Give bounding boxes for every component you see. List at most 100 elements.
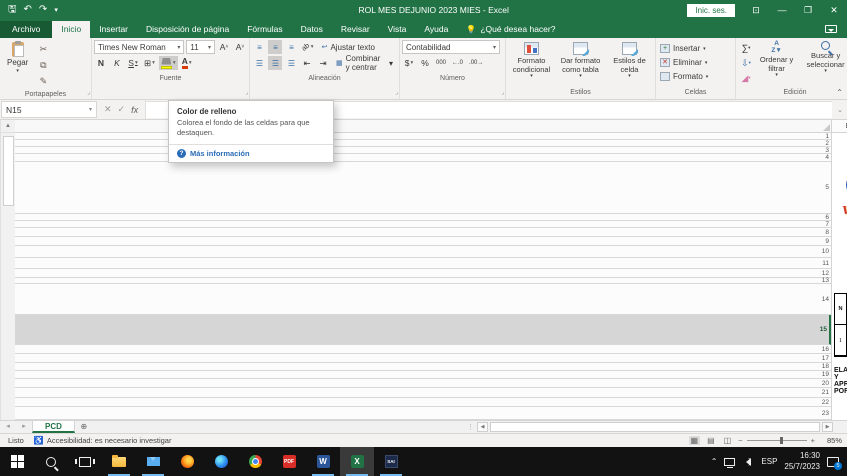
row-header-22[interactable]: 22 — [15, 398, 831, 407]
tell-me-box[interactable]: 💡 ¿Qué desea hacer? — [457, 21, 564, 38]
network-icon[interactable] — [724, 458, 735, 466]
page-layout-view-icon[interactable]: ▤ — [705, 436, 717, 445]
align-middle-icon[interactable]: ≡ — [268, 40, 282, 54]
number-format-combo[interactable]: Contabilidad▾ — [402, 40, 500, 54]
save-icon[interactable]: 🖫 — [8, 5, 17, 15]
tab-archivo[interactable]: Archivo — [0, 21, 52, 38]
scroll-up-icon[interactable]: ▲ — [1, 120, 15, 133]
fill-icon[interactable]: ⇩▾ — [738, 56, 754, 70]
accessibility-status[interactable]: ♿ Accesibilidad: es necesario investigar — [34, 436, 172, 445]
font-name-combo[interactable]: Times New Roman▾ — [94, 40, 184, 54]
new-sheet-icon[interactable]: ⊕ — [75, 421, 93, 433]
row-header-20[interactable]: 20 — [15, 379, 831, 388]
redo-icon[interactable]: ↷ — [39, 5, 47, 15]
start-button[interactable] — [0, 447, 34, 476]
tab-vista[interactable]: Vista — [379, 21, 416, 38]
excel-icon[interactable]: X — [340, 447, 374, 476]
next-sheet-icon[interactable]: ▸ — [16, 421, 32, 433]
row-header-15[interactable]: 15 — [15, 315, 831, 345]
zoom-in-icon[interactable]: + — [811, 436, 815, 445]
cell-styles-button[interactable]: Estilos de celda▾ — [606, 40, 653, 82]
sai-app-icon[interactable]: SAI — [374, 447, 408, 476]
chrome-icon[interactable] — [238, 447, 272, 476]
conditional-formatting-button[interactable]: Formato condicional▾ — [508, 40, 555, 82]
tab-ayuda[interactable]: Ayuda — [415, 21, 457, 38]
decrease-decimal-icon[interactable]: .00→ — [467, 56, 485, 70]
row-header-21[interactable]: 21 — [15, 388, 831, 398]
insert-function-icon[interactable]: fx — [131, 105, 138, 115]
row-header-23[interactable]: 23 — [15, 407, 831, 420]
tab-formulas[interactable]: Fórmulas — [238, 21, 291, 38]
row-header-6[interactable]: 6 — [15, 214, 831, 221]
delete-cells-button[interactable]: ✕Eliminar▾ — [658, 56, 709, 69]
tab-datos[interactable]: Datos — [292, 21, 332, 38]
grid-area[interactable]: Valle Hermoso GOBIERNO AUTONOMO DESCENTR… — [832, 133, 847, 420]
row-header-12[interactable]: 12 — [15, 269, 831, 278]
increase-decimal-icon[interactable]: ←.0 — [450, 56, 465, 70]
merge-center-button[interactable]: ▦Combinar y centrar▾ — [332, 56, 397, 70]
wrap-text-button[interactable]: ↩Ajustar texto — [318, 40, 379, 54]
clipboard-dialog-launcher[interactable]: ⌟ — [87, 89, 90, 96]
horizontal-scrollbar[interactable] — [490, 422, 820, 432]
sheet-tab-pcd[interactable]: PCD — [32, 421, 75, 433]
select-all-corner[interactable] — [15, 120, 832, 133]
hidden-icons-chevron[interactable]: ⌃ — [711, 457, 718, 466]
row-header-4[interactable]: 4 — [15, 154, 831, 162]
row-header-9[interactable]: 9 — [15, 237, 831, 246]
row-header-16[interactable]: 16 — [15, 345, 831, 354]
collapse-ribbon-icon[interactable]: ⌃ — [836, 88, 843, 97]
paste-button[interactable]: Pegar▾ — [2, 40, 33, 76]
row-header-10[interactable]: 10 — [15, 246, 831, 258]
table-data-cell[interactable]: 1 — [835, 325, 847, 355]
italic-button[interactable]: K — [110, 56, 124, 70]
zoom-level[interactable]: 85% — [820, 436, 842, 445]
row-header-18[interactable]: 18 — [15, 363, 831, 371]
cancel-icon[interactable]: ✕ — [104, 104, 112, 115]
copy-icon[interactable]: ⧉ — [35, 58, 51, 72]
language-indicator[interactable]: ESP — [761, 457, 777, 466]
zoom-slider[interactable] — [747, 440, 807, 441]
font-color-button[interactable]: A▾ — [180, 56, 194, 70]
clock[interactable]: 16:3025/7/2023 — [784, 451, 820, 472]
scrollbar-splitter[interactable]: ⋮ — [467, 423, 475, 431]
firefox-icon[interactable] — [170, 447, 204, 476]
font-dialog-launcher[interactable]: ⌟ — [245, 89, 248, 96]
table-header-cell[interactable]: N — [835, 294, 847, 324]
name-box[interactable]: N15▾ — [1, 101, 97, 118]
underline-button[interactable]: S▾ — [126, 56, 140, 70]
normal-view-icon[interactable]: ▦ — [689, 436, 701, 445]
comma-format-button[interactable]: 000 — [434, 56, 448, 70]
align-left-icon[interactable]: ☰ — [252, 56, 266, 70]
alignment-dialog-launcher[interactable]: ⌟ — [395, 89, 398, 96]
decrease-font-icon[interactable]: A˅ — [233, 40, 247, 54]
decrease-indent-icon[interactable]: ⇤ — [300, 56, 314, 70]
cut-icon[interactable]: ✂ — [35, 42, 51, 56]
row-header-5[interactable]: 5 — [15, 162, 831, 214]
row-header-11[interactable]: 11 — [15, 258, 831, 269]
prev-sheet-icon[interactable]: ◂ — [0, 421, 16, 433]
format-painter-icon[interactable]: ✎ — [35, 74, 51, 88]
tab-disposicion[interactable]: Disposición de página — [137, 21, 238, 38]
font-size-combo[interactable]: 11▾ — [186, 40, 215, 54]
align-bottom-icon[interactable]: ≡ — [284, 40, 298, 54]
page-break-view-icon[interactable]: ◫ — [722, 436, 734, 445]
percent-format-button[interactable]: % — [418, 56, 432, 70]
increase-indent-icon[interactable]: ⇥ — [316, 56, 330, 70]
expand-formula-bar-icon[interactable]: ⌄ — [833, 100, 847, 119]
edge-icon[interactable] — [204, 447, 238, 476]
number-dialog-launcher[interactable]: ⌟ — [501, 89, 504, 96]
format-as-table-button[interactable]: Dar formato como tabla▾ — [557, 40, 604, 82]
sign-in-button[interactable]: Inic. ses. — [687, 4, 735, 17]
notification-center-icon[interactable]: 5 — [827, 457, 839, 467]
autosum-icon[interactable]: ∑▾ — [738, 41, 754, 55]
tab-inicio[interactable]: Inicio — [52, 21, 90, 38]
close-button[interactable]: ✕ — [821, 0, 847, 20]
insert-cells-button[interactable]: +Insertar▾ — [658, 42, 708, 55]
undo-icon[interactable]: ↶ — [24, 5, 32, 15]
volume-icon[interactable] — [742, 458, 754, 466]
borders-button[interactable]: ⊞▾ — [142, 56, 157, 70]
increase-font-icon[interactable]: A˄ — [217, 40, 231, 54]
format-cells-button[interactable]: Formato▾ — [658, 70, 710, 83]
row-header-2[interactable]: 2 — [15, 140, 831, 147]
customize-qat-icon[interactable]: ▾ — [54, 7, 58, 14]
